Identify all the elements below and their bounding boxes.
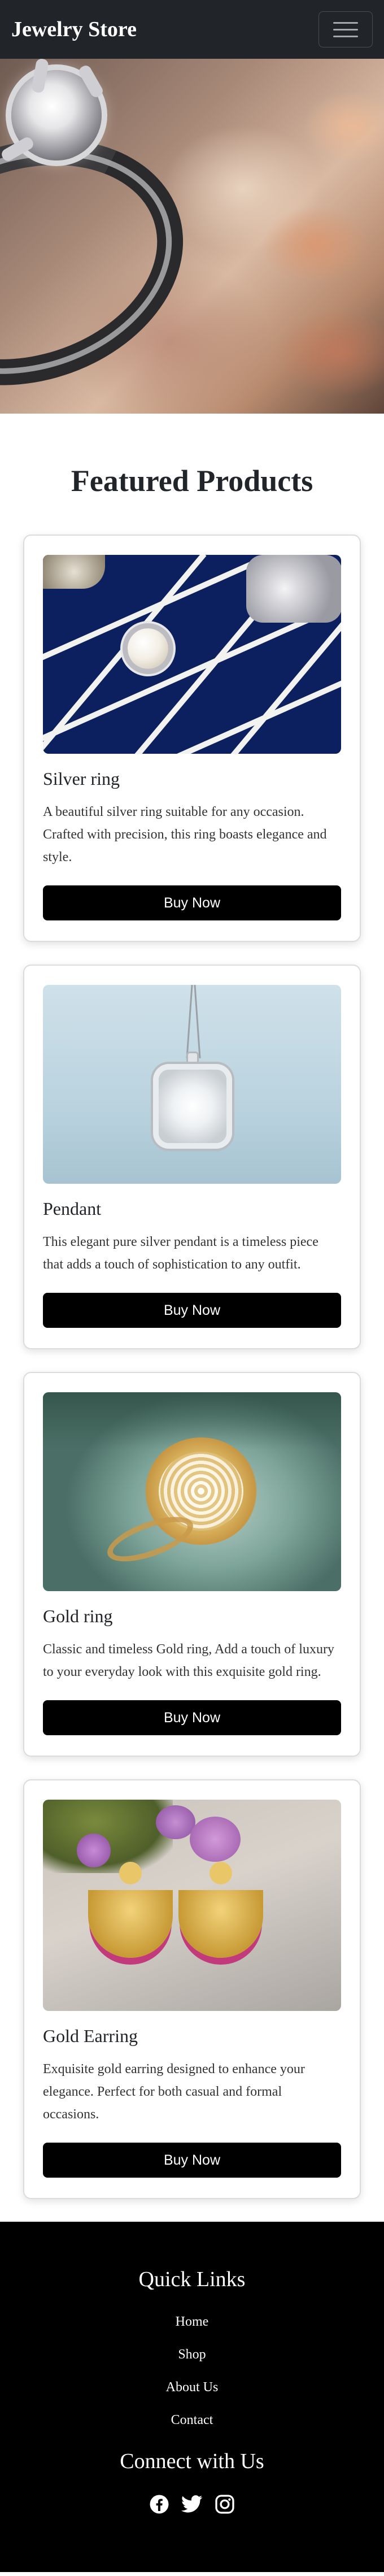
quick-links-list: Home Shop About Us Contact [0, 2305, 384, 2436]
product-title: Gold ring [43, 1606, 113, 1626]
footer: Quick Links Home Shop About Us Contact C… [0, 2222, 384, 2572]
product-image-gold-earring [43, 1800, 341, 2011]
product-card: Gold Earring Exquisite gold earring desi… [23, 1779, 361, 2199]
quick-links-title: Quick Links [138, 2267, 246, 2291]
hamburger-menu-icon[interactable] [318, 11, 373, 47]
product-card: Silver ring A beautiful silver ring suit… [23, 535, 361, 942]
product-card: Pendant This elegant pure silver pendant… [23, 965, 361, 1349]
section-title: Featured Products [71, 464, 313, 498]
footer-link-about-us[interactable]: About Us [166, 2380, 219, 2395]
product-title: Pendant [43, 1198, 102, 1219]
product-title: Gold Earring [43, 2026, 138, 2046]
product-description: A beautiful silver ring suitable for any… [43, 805, 327, 865]
product-description: Exquisite gold earring designed to enhan… [43, 2062, 305, 2122]
twitter-icon[interactable] [181, 2493, 203, 2516]
product-image-pendant [43, 985, 341, 1184]
facebook-icon[interactable] [148, 2493, 171, 2516]
brand-logo[interactable]: Jewelry Store [11, 17, 137, 42]
product-description: Classic and timeless Gold ring, Add a to… [43, 1642, 334, 1679]
footer-link-home[interactable]: Home [176, 2314, 209, 2329]
buy-now-button[interactable]: Buy Now [43, 2143, 341, 2178]
instagram-icon[interactable] [213, 2493, 236, 2516]
product-title: Silver ring [43, 768, 120, 789]
hero-image [0, 59, 384, 414]
navbar: Jewelry Store [0, 0, 384, 59]
buy-now-button[interactable]: Buy Now [43, 1293, 341, 1328]
product-card: Gold ring Classic and timeless Gold ring… [23, 1372, 361, 1757]
social-links [0, 2493, 384, 2516]
buy-now-button[interactable]: Buy Now [43, 1700, 341, 1735]
footer-link-contact[interactable]: Contact [171, 2413, 213, 2427]
product-description: This elegant pure silver pendant is a ti… [43, 1235, 318, 1272]
product-image-gold-ring [43, 1392, 341, 1591]
footer-link-shop[interactable]: Shop [178, 2347, 206, 2362]
product-image-silver-ring [43, 555, 341, 754]
connect-title: Connect with Us [120, 2449, 264, 2473]
buy-now-button[interactable]: Buy Now [43, 885, 341, 920]
